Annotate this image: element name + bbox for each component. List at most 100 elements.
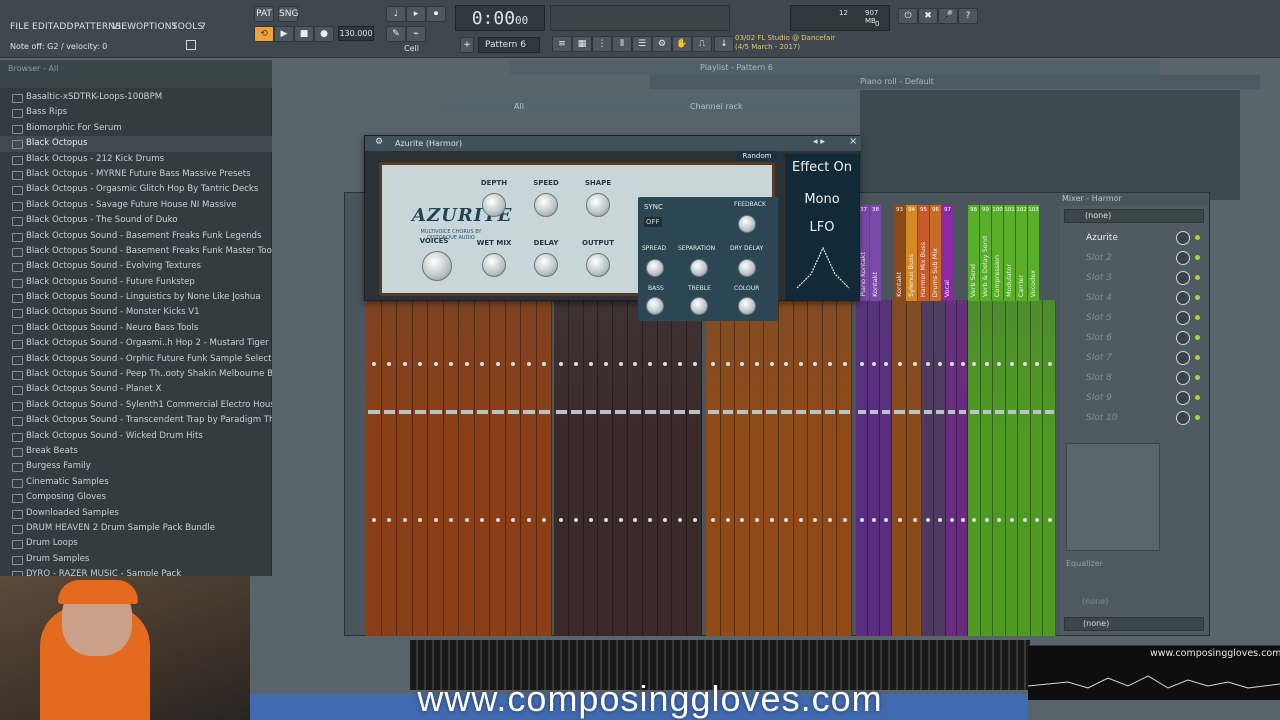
- effect-slot[interactable]: Slot 3: [1066, 269, 1202, 287]
- channel-rack-title[interactable]: All Channel rack: [440, 98, 860, 116]
- volume-fader[interactable]: [959, 410, 966, 414]
- volume-fader[interactable]: [600, 410, 612, 414]
- mute-led[interactable]: [897, 362, 902, 366]
- route-arrow[interactable]: [511, 518, 516, 522]
- effect-slot[interactable]: Slot 5: [1066, 309, 1202, 327]
- browser-item[interactable]: Black Octopus Sound - Transcendent Trap …: [0, 413, 272, 428]
- browser-item[interactable]: Drum Samples: [0, 552, 272, 567]
- route-arrow[interactable]: [972, 518, 977, 522]
- slot-enable-led[interactable]: [1195, 395, 1200, 400]
- volume-fader[interactable]: [1007, 410, 1017, 414]
- sync-toggle[interactable]: OFF: [644, 217, 662, 227]
- mixer-channel[interactable]: [381, 300, 397, 636]
- volume-fader[interactable]: [781, 410, 792, 414]
- playlist-window-title[interactable]: Playlist - Pattern 6: [510, 61, 1160, 75]
- menu-tools[interactable]: TOOLS: [172, 22, 203, 32]
- volume-fader[interactable]: [538, 410, 550, 414]
- channel-filter[interactable]: All: [514, 98, 524, 116]
- browser-item[interactable]: Black Octopus - The Sound of Duko: [0, 213, 272, 228]
- volume-fader[interactable]: [399, 410, 411, 414]
- route-arrow[interactable]: [842, 518, 847, 522]
- route-arrow[interactable]: [828, 518, 833, 522]
- mixer-channel[interactable]: [1043, 300, 1056, 636]
- output-icon[interactable]: ⎍: [692, 36, 712, 52]
- channel-rack-icon[interactable]: ⋮: [592, 36, 612, 52]
- piano-roll-icon[interactable]: ▦: [572, 36, 592, 52]
- power-icon[interactable]: ⏻: [898, 8, 918, 24]
- route-arrow[interactable]: [588, 518, 593, 522]
- track-header[interactable]: 94 Sylenus Buss: [906, 205, 917, 301]
- volume-fader[interactable]: [689, 410, 700, 414]
- mute-led[interactable]: [938, 362, 942, 366]
- volume-fader[interactable]: [445, 410, 457, 414]
- browser-item[interactable]: Composing Gloves: [0, 490, 272, 505]
- volume-fader[interactable]: [751, 410, 763, 414]
- song-time-display[interactable]: 0:0000: [455, 5, 545, 31]
- route-arrow[interactable]: [949, 518, 954, 522]
- browser-item[interactable]: Black Octopus: [0, 136, 272, 152]
- volume-fader[interactable]: [970, 410, 979, 414]
- mute-led[interactable]: [769, 362, 774, 366]
- plugin-nav-icon[interactable]: ◂ ▸: [813, 137, 825, 147]
- play-icon[interactable]: ▶: [274, 26, 294, 42]
- route-arrow[interactable]: [387, 518, 392, 522]
- route-arrow[interactable]: [784, 518, 789, 522]
- lfo-button[interactable]: LFO: [789, 220, 855, 235]
- slot-mix-knob[interactable]: [1176, 411, 1190, 425]
- browser-item[interactable]: Black Octopus Sound - Wicked Drum Hits: [0, 429, 272, 444]
- track-header[interactable]: 100 Compression: [992, 205, 1003, 301]
- route-arrow[interactable]: [526, 518, 531, 522]
- mute-led[interactable]: [662, 362, 667, 366]
- mixer-channel[interactable]: [993, 300, 1006, 636]
- track-header[interactable]: 101 Modulator: [1004, 205, 1015, 301]
- route-arrow[interactable]: [662, 518, 667, 522]
- mixer-channel[interactable]: [749, 300, 765, 636]
- browser-item[interactable]: Drum Loops: [0, 536, 272, 551]
- slot-mix-knob[interactable]: [1176, 331, 1190, 345]
- volume-fader[interactable]: [615, 410, 626, 414]
- mono-button[interactable]: Mono: [789, 192, 855, 207]
- piano-roll-grid[interactable]: [860, 90, 1240, 200]
- route-arrow[interactable]: [618, 518, 623, 522]
- mixer-channel[interactable]: [505, 300, 521, 636]
- volume-fader[interactable]: [1032, 410, 1042, 414]
- mute-led[interactable]: [464, 362, 469, 366]
- snap-label[interactable]: Cell: [404, 44, 419, 53]
- eq-preset[interactable]: (none): [1064, 597, 1108, 606]
- mute-led[interactable]: [449, 362, 454, 366]
- volume-fader[interactable]: [858, 410, 866, 414]
- mixer-channel[interactable]: [957, 300, 968, 636]
- volume-fader[interactable]: [430, 410, 442, 414]
- mute-led[interactable]: [755, 362, 760, 366]
- mixer-channel[interactable]: [554, 300, 569, 636]
- mixer-channel[interactable]: [1005, 300, 1019, 636]
- mute-led[interactable]: [387, 362, 392, 366]
- plugin-icon[interactable]: ⚙: [652, 36, 672, 52]
- effect-slot[interactable]: Slot 7: [1066, 349, 1202, 367]
- browser-item[interactable]: Biomorphic For Serum: [0, 121, 272, 136]
- volume-fader[interactable]: [824, 410, 836, 414]
- browser-item[interactable]: Black Octopus - Savage Future House NI M…: [0, 198, 272, 213]
- random-button[interactable]: Random: [737, 151, 777, 162]
- browser-item[interactable]: Black Octopus Sound - Peep Th..ooty Shak…: [0, 367, 272, 382]
- mixer-channel[interactable]: [521, 300, 537, 636]
- route-arrow[interactable]: [692, 518, 697, 522]
- colour-knob[interactable]: [738, 297, 756, 315]
- track-header[interactable]: 98 Verb Send: [968, 205, 979, 301]
- route-arrow[interactable]: [997, 518, 1002, 522]
- mixer-icon[interactable]: ⫴: [612, 36, 632, 52]
- speed-knob[interactable]: [534, 193, 558, 217]
- mute-led[interactable]: [972, 362, 977, 366]
- route-arrow[interactable]: [960, 518, 965, 522]
- route-arrow[interactable]: [1022, 518, 1027, 522]
- playlist-icon[interactable]: ≡: [552, 36, 572, 52]
- effect-slot[interactable]: Azurite: [1066, 229, 1202, 247]
- route-arrow[interactable]: [418, 518, 423, 522]
- mute-led[interactable]: [984, 362, 989, 366]
- volume-fader[interactable]: [461, 410, 473, 414]
- volume-fader[interactable]: [383, 410, 395, 414]
- browser-item[interactable]: Black Octopus Sound - Monster Kicks V1: [0, 305, 272, 320]
- mixer-channel[interactable]: [1018, 300, 1031, 636]
- mixer-channel[interactable]: [793, 300, 809, 636]
- route-arrow[interactable]: [1035, 518, 1040, 522]
